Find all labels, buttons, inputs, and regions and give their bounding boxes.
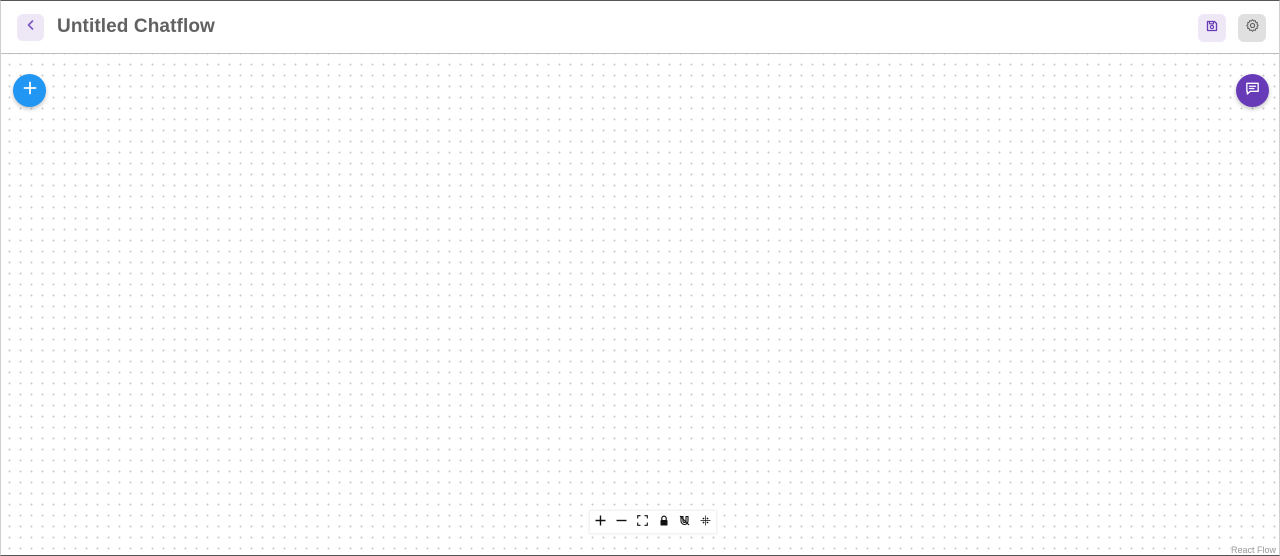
header-bar: Untitled Chatflow (1, 1, 1279, 54)
add-node-button[interactable] (13, 74, 46, 107)
plus-icon (595, 513, 606, 531)
flow-canvas[interactable]: React Flow (1, 54, 1279, 555)
app-window: Untitled Chatflow React Flow (0, 0, 1280, 556)
magnet-icon (679, 513, 690, 531)
fit-view-button[interactable] (632, 511, 653, 533)
back-button[interactable] (17, 14, 44, 41)
page-title[interactable]: Untitled Chatflow (57, 15, 215, 39)
toggle-background-button[interactable] (695, 511, 716, 533)
fit-view-icon (637, 513, 648, 531)
react-flow-attribution-link[interactable]: React Flow (1227, 543, 1279, 555)
chat-message-icon (1244, 80, 1261, 102)
gear-icon (1245, 18, 1260, 38)
lock-icon (659, 513, 669, 531)
zoom-in-button[interactable] (590, 511, 611, 533)
dots-grid-icon (700, 513, 711, 531)
chevron-left-icon (24, 18, 38, 37)
flow-controls-panel (590, 511, 716, 533)
open-chat-button[interactable] (1236, 74, 1269, 107)
plus-icon (22, 80, 38, 101)
zoom-out-button[interactable] (611, 511, 632, 533)
minus-icon (616, 513, 627, 531)
save-chatflow-button[interactable] (1198, 14, 1226, 42)
settings-button[interactable] (1238, 14, 1266, 42)
toggle-interactivity-button[interactable] (653, 511, 674, 533)
toggle-snap-button[interactable] (674, 511, 695, 533)
save-icon (1205, 19, 1219, 38)
